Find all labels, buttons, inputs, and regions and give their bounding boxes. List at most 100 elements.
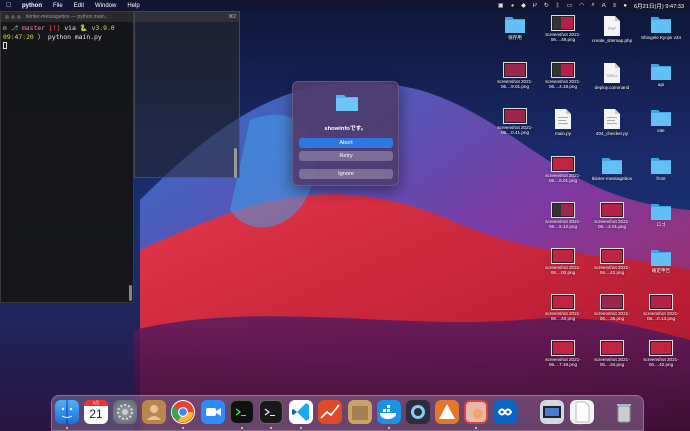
docker-status-icon[interactable]: ◆ [521, 2, 526, 9]
zoom-icon[interactable] [201, 400, 225, 424]
docker-icon[interactable] [377, 400, 401, 424]
desktop-folder[interactable]: 確定申告 [636, 248, 686, 273]
desktop-screenshot[interactable]: screenshot 2021-06....49.png [538, 15, 588, 43]
desktop-screenshot[interactable]: screenshot 2021-06....40.png [538, 294, 588, 322]
icon-label: screenshot 2021-06....0.13.png [643, 311, 679, 322]
bluetooth-icon[interactable]: ᛒ [556, 3, 560, 9]
input-source-icon[interactable]: A [602, 3, 606, 9]
p-status-icon[interactable]: P [533, 3, 537, 9]
terminal-window[interactable]: tkinter-messagebox — python main... n ⎇ … [0, 11, 134, 303]
terminal-scrollbar[interactable] [129, 285, 132, 301]
running-indicator [66, 427, 68, 429]
desktop-file[interactable]: main.py [538, 108, 588, 136]
sourcetree-icon[interactable] [435, 400, 459, 424]
wifi-icon[interactable]: ◠ [579, 2, 584, 9]
menu-window[interactable]: Window [95, 3, 116, 9]
retry-button[interactable]: Retry [299, 151, 393, 161]
vscode-icon[interactable] [289, 400, 313, 424]
color-wheel-icon[interactable]: ◕ [511, 3, 515, 9]
screenshot-thumbnail-icon [551, 248, 575, 264]
sync-icon[interactable]: ↻ [544, 2, 549, 9]
finder-icon[interactable] [55, 400, 79, 424]
battery-icon[interactable]: ▭ [566, 2, 572, 9]
abort-button[interactable]: Abort [299, 138, 393, 148]
shell-script-icon: SHELL [604, 63, 620, 83]
close-window-button[interactable] [5, 15, 9, 19]
folder-icon [336, 95, 358, 111]
folder-icon [651, 204, 671, 220]
terminal-output[interactable]: n ⎇ master [!] via 🐍 v3.9.0 09:47:20 〉 p… [1, 22, 133, 52]
preview-icon[interactable] [464, 400, 488, 424]
command-line: 09:47:20 〉 python main.py [3, 33, 131, 42]
desktop-screenshot[interactable]: screenshot 2021-06....7.18.png [538, 340, 588, 368]
git-branch-icon: ⎇ [10, 24, 19, 32]
desktop-folder[interactable]: ロゴ [636, 202, 686, 227]
infinity-icon[interactable] [493, 400, 517, 424]
icon-label: front [656, 176, 666, 181]
desktop-file[interactable]: 404_checker.py [587, 108, 637, 136]
menu-help[interactable]: Help [127, 3, 139, 9]
apple-menu-icon[interactable]:  [6, 2, 14, 9]
running-indicator [475, 427, 477, 429]
close-icon[interactable]: ⌘2 [228, 14, 236, 20]
desktop-screenshot[interactable]: screenshot 2021-06....0.41.png [490, 108, 540, 136]
zoom-window-button[interactable] [17, 15, 21, 19]
calendar-icon[interactable]: 6月 21 [84, 400, 108, 424]
desktop-folder[interactable]: front [636, 156, 686, 181]
desktop-folder[interactable]: api [636, 62, 686, 87]
document-icon: PHP [604, 16, 620, 36]
chrome-icon[interactable] [171, 400, 195, 424]
ignore-button[interactable]: Ignore [299, 169, 393, 179]
menubar-clock[interactable]: 6月21日(月) 9:47:33 [634, 2, 684, 10]
archive-utility-icon[interactable] [348, 400, 372, 424]
screenshot-thumbnail-icon [551, 202, 575, 218]
desktop-file[interactable]: SHELL deploy.command [587, 62, 637, 90]
desktop-folder[interactable]: tkinter-messagebox [587, 156, 637, 181]
screenshot-thumbnail-icon [649, 340, 673, 356]
app-menu[interactable]: python [22, 3, 42, 9]
icon-label: screenshot 2021-06....42.png [594, 265, 630, 276]
desktop-screenshot[interactable]: screenshot 2021-06....0.13.png [636, 294, 686, 322]
terminal-titlebar[interactable]: tkinter-messagebox — python main... [1, 12, 133, 22]
icon-label: create_sitemap.php [591, 38, 633, 43]
desktop-screenshot[interactable]: screenshot 2021-06....4.18.png [538, 62, 588, 90]
system-preferences-icon[interactable] [113, 400, 137, 424]
desktop-screenshot[interactable]: screenshot 2021-06....9.01.png [490, 62, 540, 90]
menu-bar:  python File Edit Window Help ▣ ◕ ◆ P ↻… [0, 0, 690, 11]
desktop-screenshot[interactable]: screenshot 2021-06....5.12.png [538, 202, 588, 230]
desktop-folder[interactable]: Shingeki Kyojin v34 [636, 15, 686, 40]
menu-file[interactable]: File [53, 3, 63, 9]
screenshot-thumbnail-icon [600, 340, 624, 356]
menu-edit[interactable]: Edit [74, 3, 84, 9]
screenshot-thumbnail-icon [600, 294, 624, 310]
minimize-window-button[interactable] [11, 15, 15, 19]
scrollbar[interactable] [234, 148, 237, 178]
screenshot-thumbnail-icon [551, 156, 575, 172]
search-icon[interactable]: ⌕ [591, 2, 594, 9]
quicktime-icon[interactable] [406, 400, 430, 424]
desktop-screenshot[interactable]: screenshot 2021-06....34.png [587, 340, 637, 368]
activity-icon[interactable] [318, 400, 342, 424]
desktop-screenshot[interactable]: screenshot 2021-06....35.png [587, 294, 637, 322]
terminal-2-icon[interactable] [259, 400, 283, 424]
trash-icon[interactable] [612, 400, 636, 424]
screenshot-stack-icon[interactable] [540, 400, 564, 424]
desktop-screenshot[interactable]: screenshot 2021-06....42.png [587, 248, 637, 276]
control-center-icon[interactable]: ≡ [613, 3, 617, 9]
desktop-screenshot[interactable]: screenshot 2021-06....4.01.png [587, 202, 637, 230]
desktop-folder[interactable]: site [636, 108, 686, 133]
desktop-folder[interactable]: 保存用 [490, 15, 540, 40]
icon-label: screenshot 2021-06....0.41.png [497, 125, 533, 136]
contacts-icon[interactable] [142, 400, 166, 424]
desktop-screenshot[interactable]: screenshot 2021-06....00.png [538, 248, 588, 276]
camera-status-icon[interactable]: ▣ [498, 2, 504, 9]
siri-icon[interactable]: ● [623, 3, 627, 9]
desktop-screenshot[interactable]: screenshot 2021-06....42.png [636, 340, 686, 368]
desktop-file[interactable]: PHP create_sitemap.php [587, 15, 637, 43]
icon-label: Shingeki Kyojin v34 [640, 35, 682, 40]
document-stack-icon[interactable] [570, 400, 594, 424]
background-window[interactable]: ⌘2 [134, 11, 240, 178]
running-indicator [388, 427, 390, 429]
terminal-icon[interactable] [230, 400, 254, 424]
desktop-screenshot[interactable]: screenshot 2021-06....6.01.png [538, 156, 588, 184]
